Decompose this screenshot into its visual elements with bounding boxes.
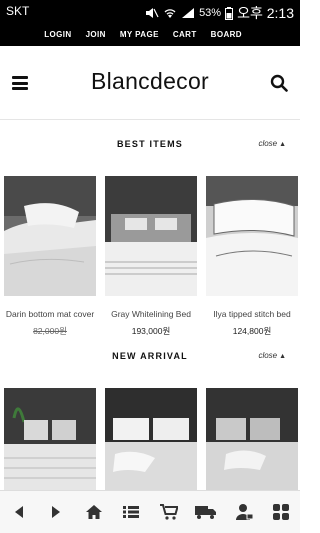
new-arrival-title: NEW ARRIVAL [112, 351, 188, 361]
best-items-carousel[interactable]: Darin bottom mat cover 82,000원 Gray Whit… [0, 176, 300, 336]
product-card[interactable] [206, 388, 298, 490]
clock: 오후 2:13 [237, 5, 294, 21]
product-image [4, 388, 96, 490]
status-bar: SKT 53% 오후 2:13 [0, 0, 300, 22]
product-price: 82,000원 [33, 326, 67, 336]
product-name: Gray Whitelining Bed [111, 309, 191, 319]
wifi-icon [164, 9, 176, 18]
product-image [4, 176, 96, 296]
delivery-truck-icon[interactable] [195, 501, 217, 523]
chevron-up-icon: ▲ [277, 141, 286, 148]
new-arrival-carousel[interactable] [0, 388, 300, 490]
product-price: 124,800원 [232, 326, 272, 336]
board-link[interactable]: BOARD [211, 30, 242, 39]
battery-icon [225, 6, 234, 20]
battery-percent: 53% [199, 7, 222, 19]
list-icon[interactable] [120, 501, 142, 523]
chevron-up-icon: ▲ [277, 353, 286, 360]
product-price: 193,000원 [131, 326, 171, 336]
forward-arrow-icon[interactable] [45, 501, 67, 523]
search-icon[interactable] [270, 74, 288, 92]
join-link[interactable]: JOIN [86, 30, 106, 39]
product-image [105, 176, 197, 296]
grid-menu-icon[interactable] [270, 501, 292, 523]
product-name: Darin bottom mat cover [5, 309, 95, 319]
new-arrival-header: NEW ARRIVAL close ▲ [0, 351, 300, 369]
new-arrival-close-button[interactable]: close ▲ [258, 351, 286, 360]
top-nav: LOGIN JOIN MY PAGE CART BOARD [0, 22, 300, 46]
product-card[interactable] [105, 388, 197, 490]
product-card[interactable]: Darin bottom mat cover 82,000원 [4, 176, 96, 336]
signal-icon [182, 8, 195, 18]
cart-link[interactable]: CART [173, 30, 197, 39]
mute-icon [146, 8, 159, 18]
best-items-title: BEST ITEMS [116, 139, 183, 149]
product-image [206, 176, 298, 296]
login-link[interactable]: LOGIN [44, 30, 71, 39]
bottom-toolbar [0, 490, 300, 533]
product-card[interactable]: Ilya tipped stitch bed 124,800원 [206, 176, 298, 336]
back-arrow-icon[interactable] [8, 501, 30, 523]
cart-icon[interactable] [158, 501, 180, 523]
carrier-label: SKT [6, 4, 30, 18]
best-items-header: BEST ITEMS close ▲ [0, 139, 300, 157]
my-page-link[interactable]: MY PAGE [120, 30, 159, 39]
product-card[interactable]: Gray Whitelining Bed 193,000원 [105, 176, 197, 336]
best-items-close-button[interactable]: close ▲ [258, 139, 286, 148]
product-card[interactable] [4, 388, 96, 490]
user-account-icon[interactable] [233, 501, 255, 523]
product-image [105, 388, 197, 490]
product-name: Ilya tipped stitch bed [213, 309, 291, 319]
home-icon[interactable] [83, 501, 105, 523]
product-image [206, 388, 298, 490]
site-header: Blancdecor [0, 46, 300, 120]
site-logo[interactable]: Blancdecor [0, 68, 300, 95]
